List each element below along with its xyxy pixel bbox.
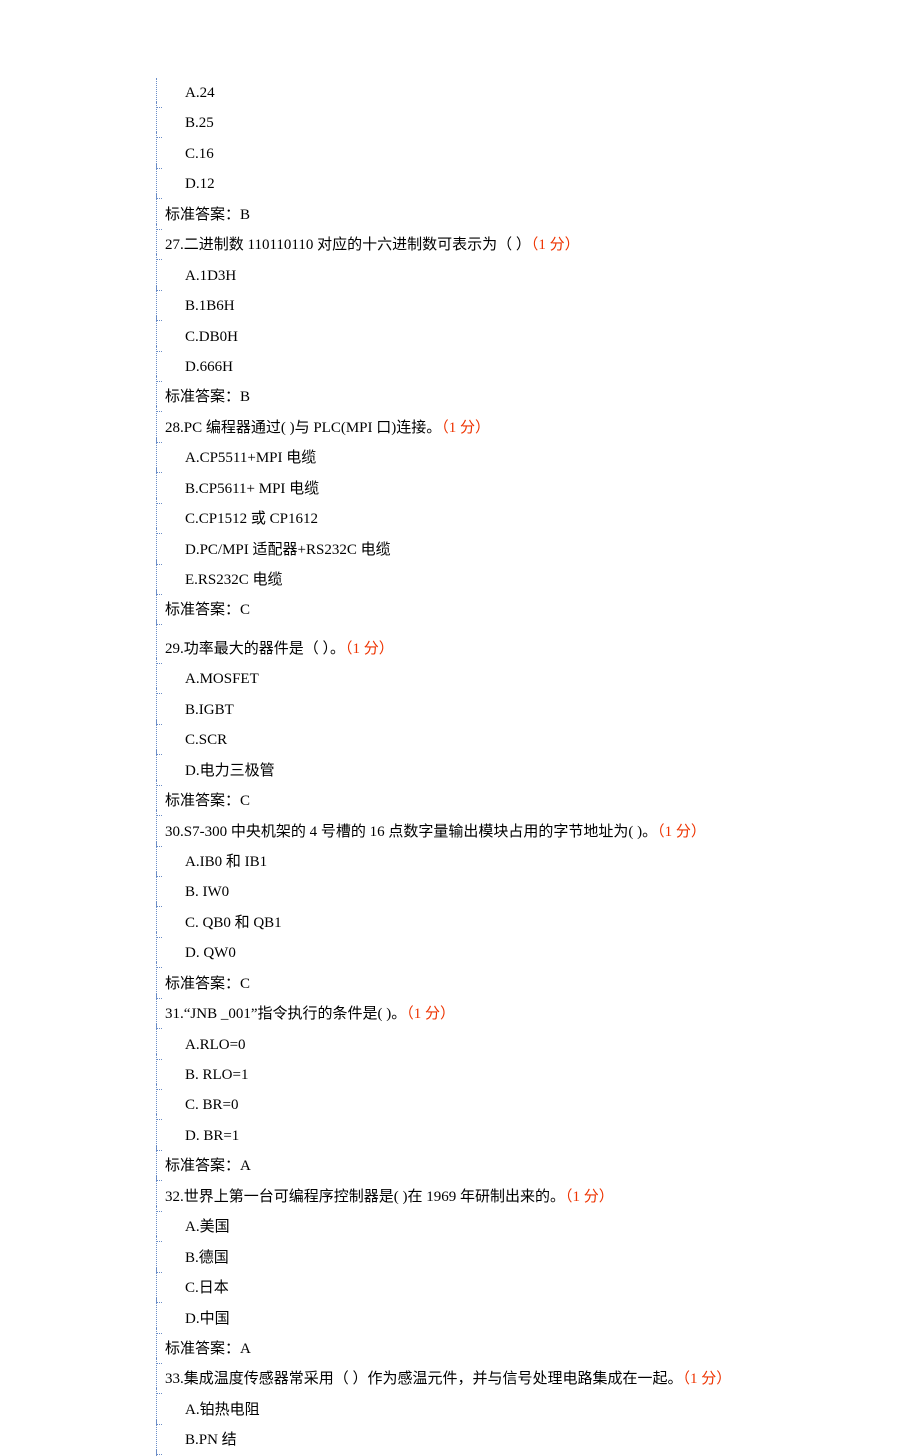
option-text: A.24 [165,78,820,108]
content-area: A.24B.25C.16D.12标准答案：B27.二进制数 110110110 … [165,78,820,1456]
option-text: C. QB0 和 QB1 [165,908,820,938]
answer-value: B [240,207,250,223]
question-stem-text: 28.PC 编程器通过( )与 PLC(MPI 口)连接。 [165,420,441,436]
question-stem: 31.“JNB _001”指令执行的条件是( )。（1 分） [165,999,820,1029]
option-text: B.德国 [165,1243,820,1273]
option-text: B.25 [165,108,820,138]
answer-value: A [240,1158,251,1174]
option-text: B. IW0 [165,877,820,907]
answer-prefix: 标准答案： [165,793,240,809]
question-stem: 32.世界上第一台可编程序控制器是( )在 1969 年研制出来的。（1 分） [165,1182,820,1212]
question-stem: 30.S7-300 中央机架的 4 号槽的 16 点数字量输出模块占用的字节地址… [165,817,820,847]
points-label: （1 分） [565,1189,614,1205]
answer-line: 标准答案：C [165,595,820,625]
option-text: C. BR=0 [165,1090,820,1120]
answer-value: C [240,793,250,809]
answer-prefix: 标准答案： [165,207,240,223]
answer-line: 标准答案：B [165,200,820,230]
option-text: A.CP5511+MPI 电缆 [165,443,820,473]
option-text: B.CP5611+ MPI 电缆 [165,474,820,504]
answer-prefix: 标准答案： [165,389,240,405]
option-text: D.电力三极管 [165,756,820,786]
option-text: A.1D3H [165,261,820,291]
points-label: （1 分） [441,420,490,436]
option-text: D.PC/MPI 适配器+RS232C 电缆 [165,535,820,565]
question-stem: 29.功率最大的器件是（ ）。（1 分） [165,634,820,664]
option-text: D.12 [165,169,820,199]
question-stem-text: 27.二进制数 110110110 对应的十六进制数可表示为（ ） [165,237,531,253]
option-text: E.RS232C 电缆 [165,565,820,595]
points-label: （1 分） [683,1371,732,1387]
points-label: （1 分） [531,237,580,253]
option-text: D. BR=1 [165,1121,820,1151]
option-text: B. RLO=1 [165,1060,820,1090]
option-text: C.日本 [165,1273,820,1303]
answer-value: A [240,1341,251,1357]
points-label: （1 分） [657,824,706,840]
answer-value: C [240,976,250,992]
question-stem-text: 29.功率最大的器件是（ ）。 [165,641,345,657]
answer-prefix: 标准答案： [165,1158,240,1174]
answer-line: 标准答案：A [165,1334,820,1364]
option-text: C.SCR [165,725,820,755]
answer-prefix: 标准答案： [165,1341,240,1357]
question-stem-text: 30.S7-300 中央机架的 4 号槽的 16 点数字量输出模块占用的字节地址… [165,824,657,840]
question-stem: 28.PC 编程器通过( )与 PLC(MPI 口)连接。（1 分） [165,413,820,443]
answer-value: B [240,389,250,405]
question-stem-text: 33.集成温度传感器常采用（ ）作为感温元件，并与信号处理电路集成在一起。 [165,1371,683,1387]
points-label: （1 分） [345,641,394,657]
answer-line: 标准答案：C [165,786,820,816]
option-text: B.PN 结 [165,1425,820,1455]
option-text: A.MOSFET [165,664,820,694]
question-stem: 27.二进制数 110110110 对应的十六进制数可表示为（ ）（1 分） [165,230,820,260]
option-text: B.IGBT [165,695,820,725]
answer-prefix: 标准答案： [165,976,240,992]
points-label: （1 分） [406,1006,455,1022]
question-stem-text: 31.“JNB _001”指令执行的条件是( )。 [165,1006,406,1022]
document-page: A.24B.25C.16D.12标准答案：B27.二进制数 110110110 … [0,0,920,1456]
option-text: C.DB0H [165,322,820,352]
answer-prefix: 标准答案： [165,602,240,618]
question-stem-text: 32.世界上第一台可编程序控制器是( )在 1969 年研制出来的。 [165,1189,565,1205]
answer-line: 标准答案：A [165,1151,820,1181]
option-text: B.1B6H [165,291,820,321]
option-text: A.IB0 和 IB1 [165,847,820,877]
option-text: A.美国 [165,1212,820,1242]
spacing [165,626,820,634]
option-text: A.铂热电阻 [165,1395,820,1425]
option-text: C.16 [165,139,820,169]
answer-line: 标准答案：C [165,969,820,999]
answer-value: C [240,602,250,618]
answer-line: 标准答案：B [165,382,820,412]
option-text: D. QW0 [165,938,820,968]
option-text: D.666H [165,352,820,382]
option-text: A.RLO=0 [165,1030,820,1060]
option-text: C.CP1512 或 CP1612 [165,504,820,534]
option-text: D.中国 [165,1304,820,1334]
question-stem: 33.集成温度传感器常采用（ ）作为感温元件，并与信号处理电路集成在一起。（1 … [165,1364,820,1394]
